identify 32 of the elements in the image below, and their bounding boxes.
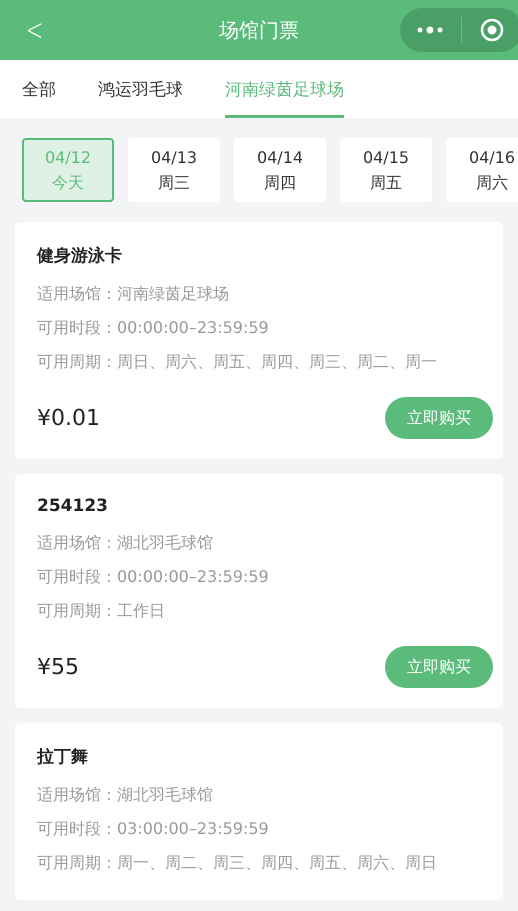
detail-value: 河南绿茵足球场 bbox=[117, 283, 229, 305]
detail-value: 00:00:00–23:59:59 bbox=[117, 566, 269, 588]
detail-value: 湖北羽毛球馆 bbox=[117, 532, 213, 554]
ticket-price: ¥55 bbox=[37, 654, 79, 680]
date-button[interactable]: 04/13 周三 bbox=[128, 138, 220, 202]
detail-label: 可用时段： bbox=[37, 566, 117, 588]
page-title: 场馆门票 bbox=[219, 18, 299, 42]
detail-label: 可用周期： bbox=[37, 600, 117, 622]
detail-value: 周一、周二、周三、周四、周五、周六、周日 bbox=[117, 852, 437, 874]
detail-value: 00:00:00–23:59:59 bbox=[117, 317, 269, 339]
date-button[interactable]: 04/16 周六 bbox=[446, 138, 518, 202]
ticket-price: ¥0.01 bbox=[37, 406, 100, 430]
ticket-name: 254123 bbox=[37, 496, 109, 516]
detail-label: 可用时段： bbox=[37, 818, 117, 840]
detail-label: 可用时段： bbox=[37, 317, 117, 339]
detail-label: 适用场馆： bbox=[37, 283, 117, 305]
detail-value: 湖北羽毛球馆 bbox=[117, 784, 213, 806]
date-button[interactable]: 04/14 周四 bbox=[234, 138, 326, 202]
venue-tab[interactable]: 全部 bbox=[22, 60, 56, 118]
detail-label: 可用周期： bbox=[37, 351, 117, 373]
detail-label: 适用场馆： bbox=[37, 784, 117, 806]
detail-label: 可用周期： bbox=[37, 852, 117, 874]
more-icon bbox=[417, 26, 444, 34]
target-icon bbox=[480, 18, 504, 42]
detail-value: 工作日 bbox=[117, 600, 165, 622]
detail-value: 03:00:00–23:59:59 bbox=[117, 818, 269, 840]
venue-tab[interactable]: 鸿运羽毛球 bbox=[98, 60, 183, 118]
date-button[interactable]: 04/15 周五 bbox=[340, 138, 432, 202]
ticket-name: 拉丁舞 bbox=[37, 746, 89, 768]
detail-label: 适用场馆： bbox=[37, 532, 117, 554]
ticket-name: 健身游泳卡 bbox=[37, 245, 123, 267]
detail-value: 周日、周六、周五、周四、周三、周二、周一 bbox=[117, 351, 437, 373]
